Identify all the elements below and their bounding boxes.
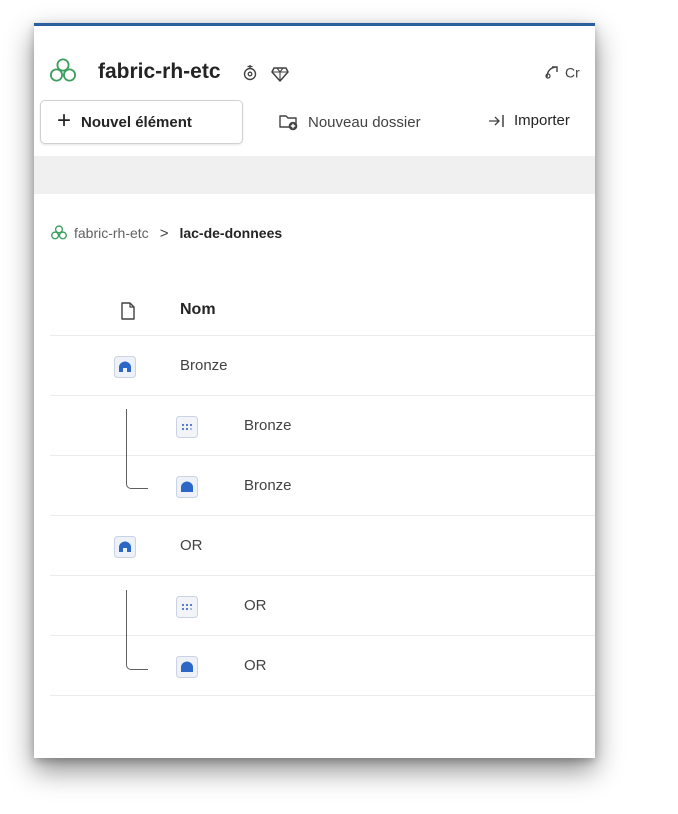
lakehouse-icon xyxy=(114,356,136,378)
row-name: OR xyxy=(244,657,267,674)
workspace-panel: fabric-rh-etc Cr + Nouvel élément Nouvea… xyxy=(34,23,595,758)
plus-icon: + xyxy=(57,106,72,134)
breadcrumb-separator: > xyxy=(159,224,169,242)
row-name: OR xyxy=(180,537,203,554)
row-name: Bronze xyxy=(244,417,292,434)
workspace-icon xyxy=(51,225,67,240)
row-name: Bronze xyxy=(244,477,292,494)
tree-connector-line xyxy=(126,590,148,670)
new-folder-icon xyxy=(279,115,298,131)
toolbar-divider-band xyxy=(34,156,595,194)
sql-endpoint-icon xyxy=(176,416,198,438)
workspace-title: fabric-rh-etc xyxy=(98,60,221,83)
import-icon xyxy=(489,114,504,127)
create-button[interactable]: Cr xyxy=(543,63,580,81)
breadcrumb-root-link[interactable]: fabric-rh-etc xyxy=(74,225,149,241)
table-row[interactable]: OR xyxy=(50,516,595,576)
workspace-icon xyxy=(50,58,76,82)
import-label: Importer xyxy=(514,112,570,129)
import-button[interactable]: Importer xyxy=(488,112,570,129)
row-name: OR xyxy=(244,597,267,614)
semantic-model-icon xyxy=(176,656,198,678)
row-name: Bronze xyxy=(180,357,228,374)
semantic-model-icon xyxy=(176,476,198,498)
new-item-button[interactable]: + Nouvel élément xyxy=(40,100,243,144)
workspace-settings-icon[interactable] xyxy=(240,63,260,83)
breadcrumb-current: lac-de-donnees xyxy=(179,225,283,241)
premium-diamond-icon xyxy=(271,67,289,82)
table-header: Nom xyxy=(50,288,595,336)
lakehouse-icon xyxy=(114,536,136,558)
column-header-name[interactable]: Nom xyxy=(180,301,216,319)
new-item-label: Nouvel élément xyxy=(81,113,192,131)
new-folder-label: Nouveau dossier xyxy=(308,113,421,131)
file-type-icon[interactable] xyxy=(120,301,136,321)
sql-endpoint-icon xyxy=(176,596,198,618)
create-icon xyxy=(545,66,558,79)
table-row[interactable]: Bronze xyxy=(50,336,595,396)
create-label: Cr xyxy=(565,64,580,81)
tree-connector-line xyxy=(126,409,148,489)
breadcrumb: fabric-rh-etc > lac-de-donnees xyxy=(50,224,282,242)
new-folder-button[interactable]: Nouveau dossier xyxy=(278,112,421,132)
